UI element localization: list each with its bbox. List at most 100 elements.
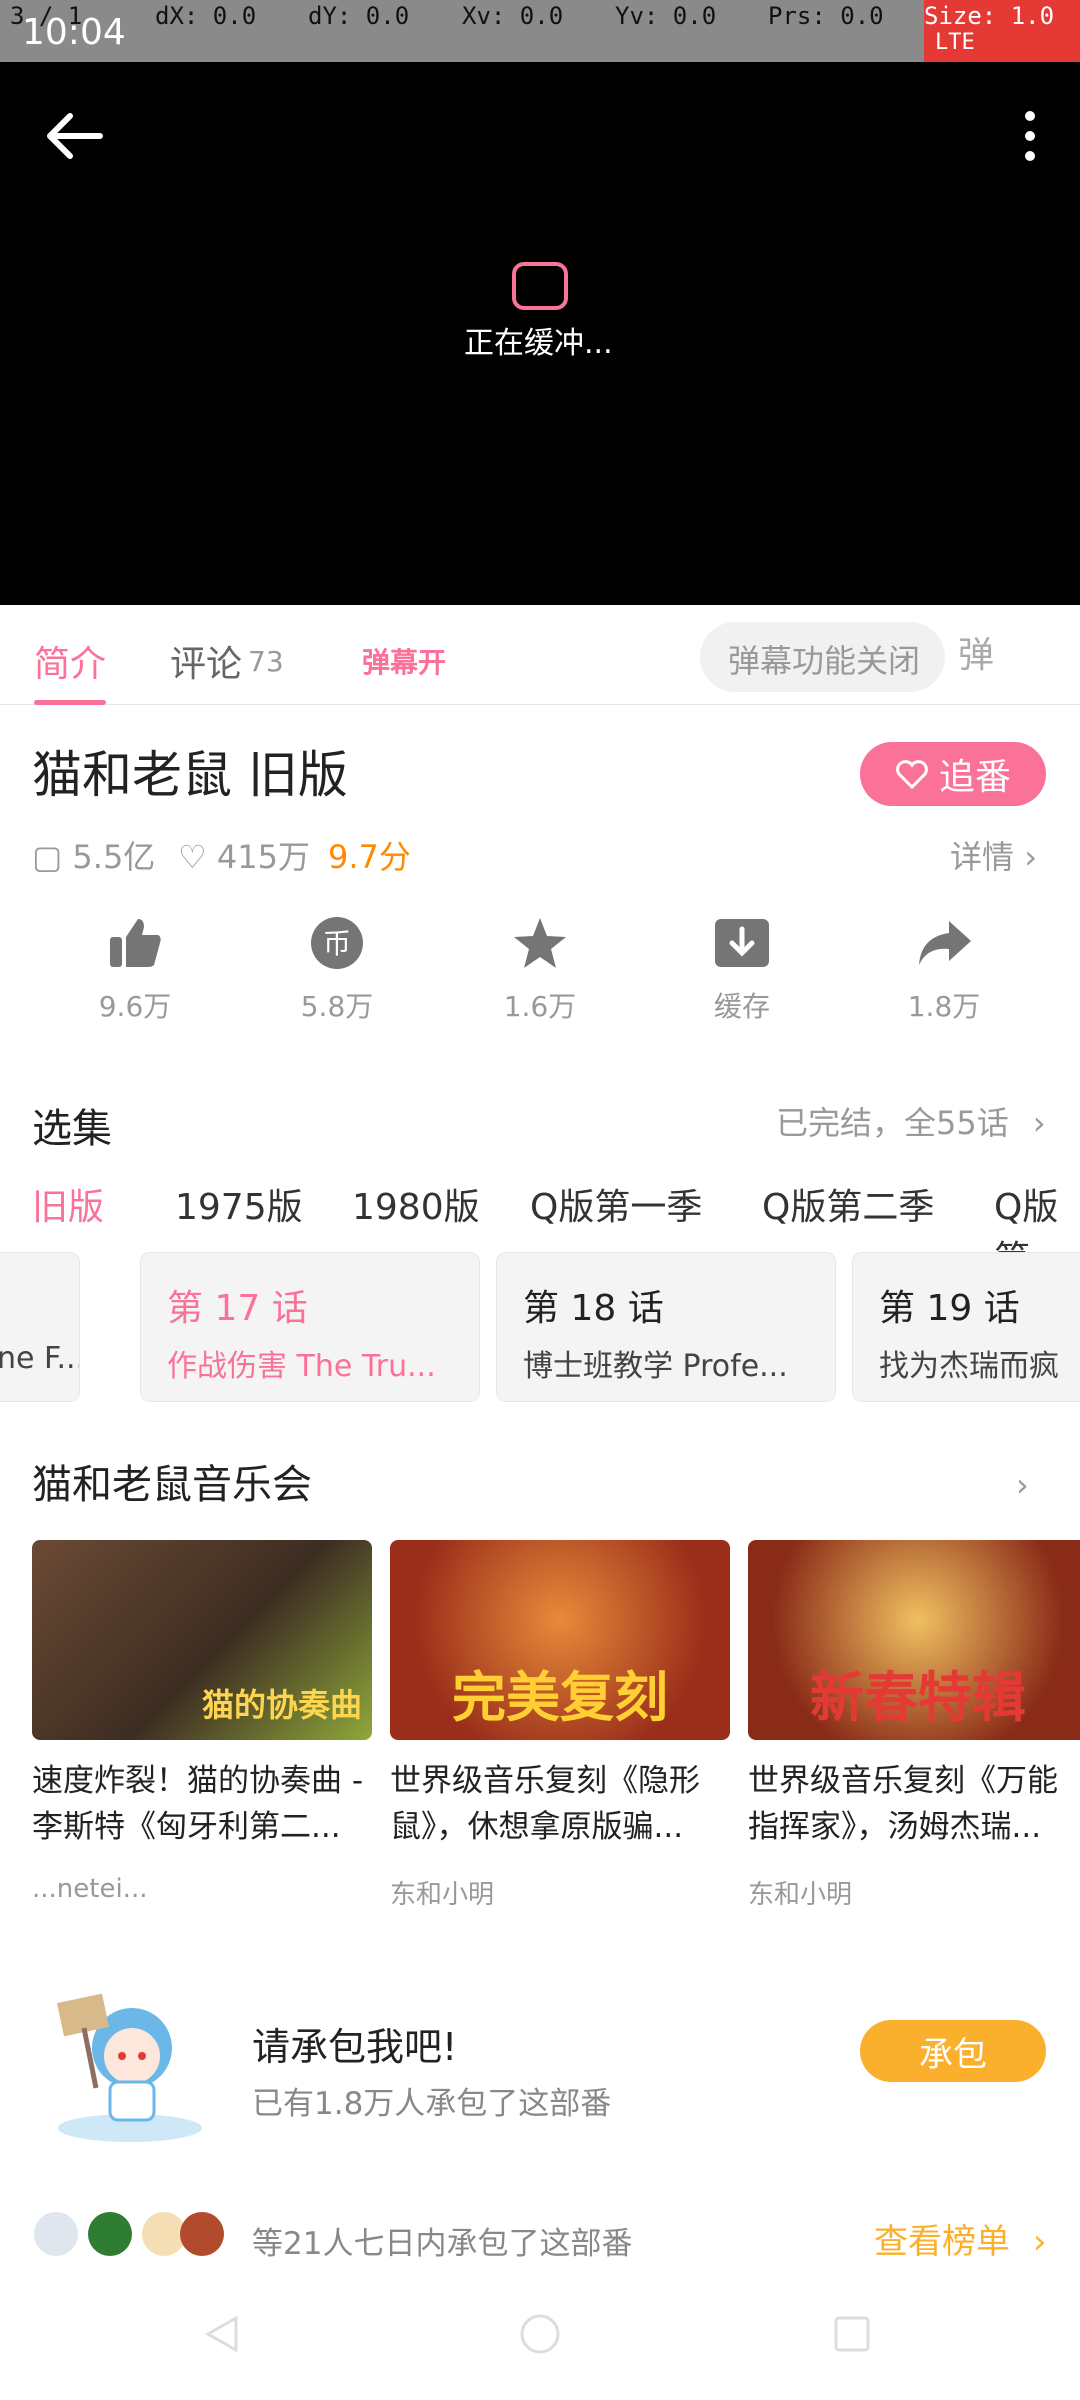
- version-tab-q2[interactable]: Q版第二季: [762, 1178, 934, 1230]
- episode-card[interactable]: ne F...: [0, 1252, 80, 1402]
- follow-label: 追番: [938, 757, 1011, 798]
- play-count: ▢ 5.5亿: [32, 832, 155, 878]
- status-bar: 10:04 3 / 1 dX: 0.0 dY: 0.0 Xv: 0.0 Yv: …: [0, 0, 1080, 62]
- version-tab-1980[interactable]: 1980版: [352, 1178, 480, 1230]
- coin-icon: 币: [311, 917, 363, 969]
- star-icon: [514, 918, 566, 968]
- concert-thumbnail: 完美复刻: [390, 1540, 730, 1740]
- nav-back-icon[interactable]: [200, 2312, 244, 2356]
- danmaku-on-icon[interactable]: 弹幕开: [362, 641, 446, 681]
- episode-desc: 作战伤害 The Tru...: [167, 1349, 436, 1384]
- more-options-icon[interactable]: [1010, 108, 1050, 164]
- concerts-title: 猫和老鼠音乐会: [32, 1462, 312, 1508]
- overlay-yv: Yv: 0.0: [615, 2, 717, 30]
- overlay-dy: dY: 0.0: [308, 2, 410, 30]
- concert-uploader: 东和小明: [390, 1880, 495, 1910]
- follow-button[interactable]: 追番: [860, 742, 1046, 806]
- tab-underline: [34, 700, 106, 705]
- chevron-right-icon: ›: [1032, 1104, 1046, 1142]
- video-player[interactable]: 正在缓冲...: [0, 0, 1080, 605]
- episode-number: 第 18 话: [523, 1288, 664, 1329]
- comments-count: 73: [248, 645, 284, 678]
- coin-count: 5.8万: [300, 990, 374, 1023]
- danmaku-toggle-icon[interactable]: 弹: [958, 626, 1048, 690]
- tab-comments[interactable]: 评论: [170, 635, 242, 687]
- thumbnail-caption: 新春特辑: [810, 1666, 1026, 1729]
- follower-icon: ♡: [178, 838, 207, 876]
- concert-card[interactable]: 新春特辑 世界级音乐复刻《万能指挥家》，汤姆杰瑞... 东和小明: [748, 1540, 1080, 1911]
- version-tab-q1[interactable]: Q版第一季: [530, 1178, 702, 1230]
- cache-button[interactable]: 缓存: [682, 915, 802, 1025]
- play-count-value: 5.5亿: [72, 838, 156, 876]
- follower-count-value: 415万: [216, 838, 310, 876]
- like-button[interactable]: 9.6万: [75, 915, 195, 1025]
- buffering-icon: [512, 262, 568, 310]
- episode-desc: 找为杰瑞而疯: [879, 1349, 1059, 1384]
- concert-uploader: 东和小明: [748, 1880, 853, 1910]
- thumbnail-caption: 完美复刻: [452, 1666, 668, 1729]
- concert-uploader: ...netei...: [32, 1874, 148, 1904]
- episode-card[interactable]: 第 18 话 博士班教学 Profe...: [496, 1252, 836, 1402]
- thumbnail-caption: 猫的协奏曲: [201, 1686, 362, 1724]
- details-link[interactable]: 详情 ›: [950, 832, 1037, 878]
- concert-title: 世界级音乐复刻《隐形鼠》，休想拿原版骗...: [390, 1763, 700, 1845]
- episode-number: 第 19 话: [879, 1288, 1020, 1329]
- episode-card[interactable]: 第 19 话 找为杰瑞而疯: [852, 1252, 1080, 1402]
- back-arrow-icon[interactable]: [40, 106, 110, 166]
- favorite-button[interactable]: 1.6万: [480, 915, 600, 1025]
- chevron-right-icon: ›: [1024, 838, 1037, 876]
- concert-title: 速度炸裂！猫的协奏曲 - 李斯特《匈牙利第二...: [32, 1763, 364, 1845]
- follower-count: ♡ 415万: [178, 832, 310, 878]
- version-tab-1975[interactable]: 1975版: [175, 1178, 303, 1230]
- concert-card[interactable]: 猫的协奏曲 速度炸裂！猫的协奏曲 - 李斯特《匈牙利第二... ...netei…: [32, 1540, 372, 1904]
- overlay-size: Size: 1.0: [924, 2, 1055, 30]
- network-type: LTE: [935, 30, 975, 55]
- share-icon: [919, 921, 971, 965]
- danmaku-input[interactable]: 弹幕功能关闭: [700, 622, 945, 692]
- coin-button[interactable]: 币 5.8万: [277, 915, 397, 1025]
- page-title: 猫和老鼠 旧版: [32, 746, 348, 804]
- view-ranking-link[interactable]: 查看榜单 ›: [874, 2214, 1046, 2263]
- thumb-up-icon: [110, 919, 161, 967]
- danmaku-toggle-label: 弹: [958, 635, 995, 676]
- system-nav-bar: [0, 2272, 1080, 2400]
- tab-intro[interactable]: 简介: [34, 635, 106, 687]
- episode-desc: 博士班教学 Profe...: [523, 1349, 788, 1384]
- details-label: 详情: [950, 838, 1015, 876]
- episode-number: 第 17 话: [167, 1288, 308, 1329]
- episode-desc: ne F...: [0, 1341, 80, 1376]
- rating: 9.7分: [328, 838, 411, 876]
- sponsor-button[interactable]: 承包: [860, 2020, 1046, 2082]
- heart-icon: [896, 760, 928, 789]
- favorite-count: 1.6万: [503, 990, 577, 1023]
- concert-card[interactable]: 完美复刻 世界级音乐复刻《隐形鼠》，休想拿原版骗... 东和小明: [390, 1540, 730, 1911]
- overlay-dx: dX: 0.0: [155, 2, 257, 30]
- version-tab-old[interactable]: 旧版: [32, 1178, 104, 1230]
- episode-card-active[interactable]: 第 17 话 作战伤害 The Tru...: [140, 1252, 480, 1402]
- avatar[interactable]: [88, 2212, 132, 2256]
- sponsor-rank-text: 等21人七日内承包了这部番: [252, 2226, 633, 2262]
- overlay-pressure: Prs: 0.0: [768, 2, 884, 30]
- sponsor-subtitle: 已有1.8万人承包了这部番: [252, 2086, 612, 2122]
- overlay-pointer: 3 / 1: [10, 2, 83, 30]
- nav-recents-icon[interactable]: [830, 2312, 874, 2356]
- cache-label: 缓存: [713, 990, 770, 1023]
- episodes-status: 已完结，全55话: [776, 1104, 1009, 1142]
- avatar[interactable]: [180, 2212, 224, 2256]
- sponsor-mascot: [40, 1978, 220, 2148]
- view-ranking-label: 查看榜单: [874, 2222, 1010, 2262]
- concert-thumbnail: 新春特辑: [748, 1540, 1080, 1740]
- play-icon: ▢: [32, 838, 63, 876]
- episodes-title: 选集: [32, 1106, 112, 1152]
- nav-home-icon[interactable]: [518, 2312, 562, 2356]
- download-icon: [715, 919, 769, 967]
- episodes-more[interactable]: 已完结，全55话 ›: [776, 1098, 1046, 1144]
- buffering-text: 正在缓冲...: [464, 326, 613, 361]
- concerts-more-icon[interactable]: ›: [1016, 1466, 1029, 1504]
- concert-thumbnail: 猫的协奏曲: [32, 1540, 372, 1740]
- avatar[interactable]: [34, 2212, 78, 2256]
- like-count: 9.6万: [98, 990, 172, 1023]
- share-button[interactable]: 1.8万: [884, 915, 1004, 1025]
- concert-title: 世界级音乐复刻《万能指挥家》，汤姆杰瑞...: [748, 1763, 1058, 1845]
- sponsor-title: 请承包我吧!: [252, 2025, 458, 2069]
